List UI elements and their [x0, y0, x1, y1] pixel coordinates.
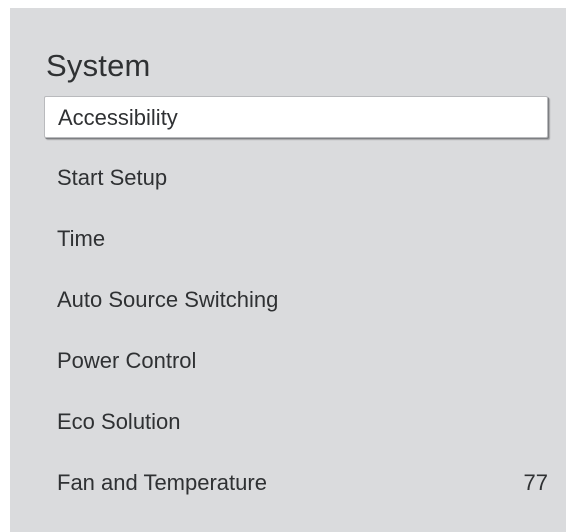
menu-item-start-setup[interactable]: Start Setup: [44, 157, 548, 199]
menu-item-label: Eco Solution: [57, 409, 181, 434]
menu-item-time[interactable]: Time: [44, 218, 548, 260]
menu-item-label: Start Setup: [57, 165, 168, 190]
menu-item-label: Accessibility: [58, 105, 178, 130]
menu-item-label: Time: [57, 226, 106, 251]
menu-item-label: Power Control: [57, 348, 197, 373]
system-menu-panel: System Accessibility Start Setup Time Au…: [10, 8, 566, 532]
menu-item-fan-and-temperature[interactable]: Fan and Temperature 77: [44, 462, 548, 504]
page-number: 77: [523, 470, 548, 495]
menu-item-accessibility[interactable]: Accessibility: [44, 96, 548, 138]
menu-item-eco-solution[interactable]: Eco Solution: [44, 401, 548, 443]
menu-item-label: Auto Source Switching: [57, 287, 279, 312]
menu-item-power-control[interactable]: Power Control: [44, 340, 548, 382]
menu-item-auto-source-switching[interactable]: Auto Source Switching: [44, 279, 548, 321]
menu-title: System: [46, 48, 151, 83]
system-menu-list: Accessibility Start Setup Time Auto Sour…: [44, 96, 548, 523]
menu-item-label: Fan and Temperature: [57, 470, 267, 495]
